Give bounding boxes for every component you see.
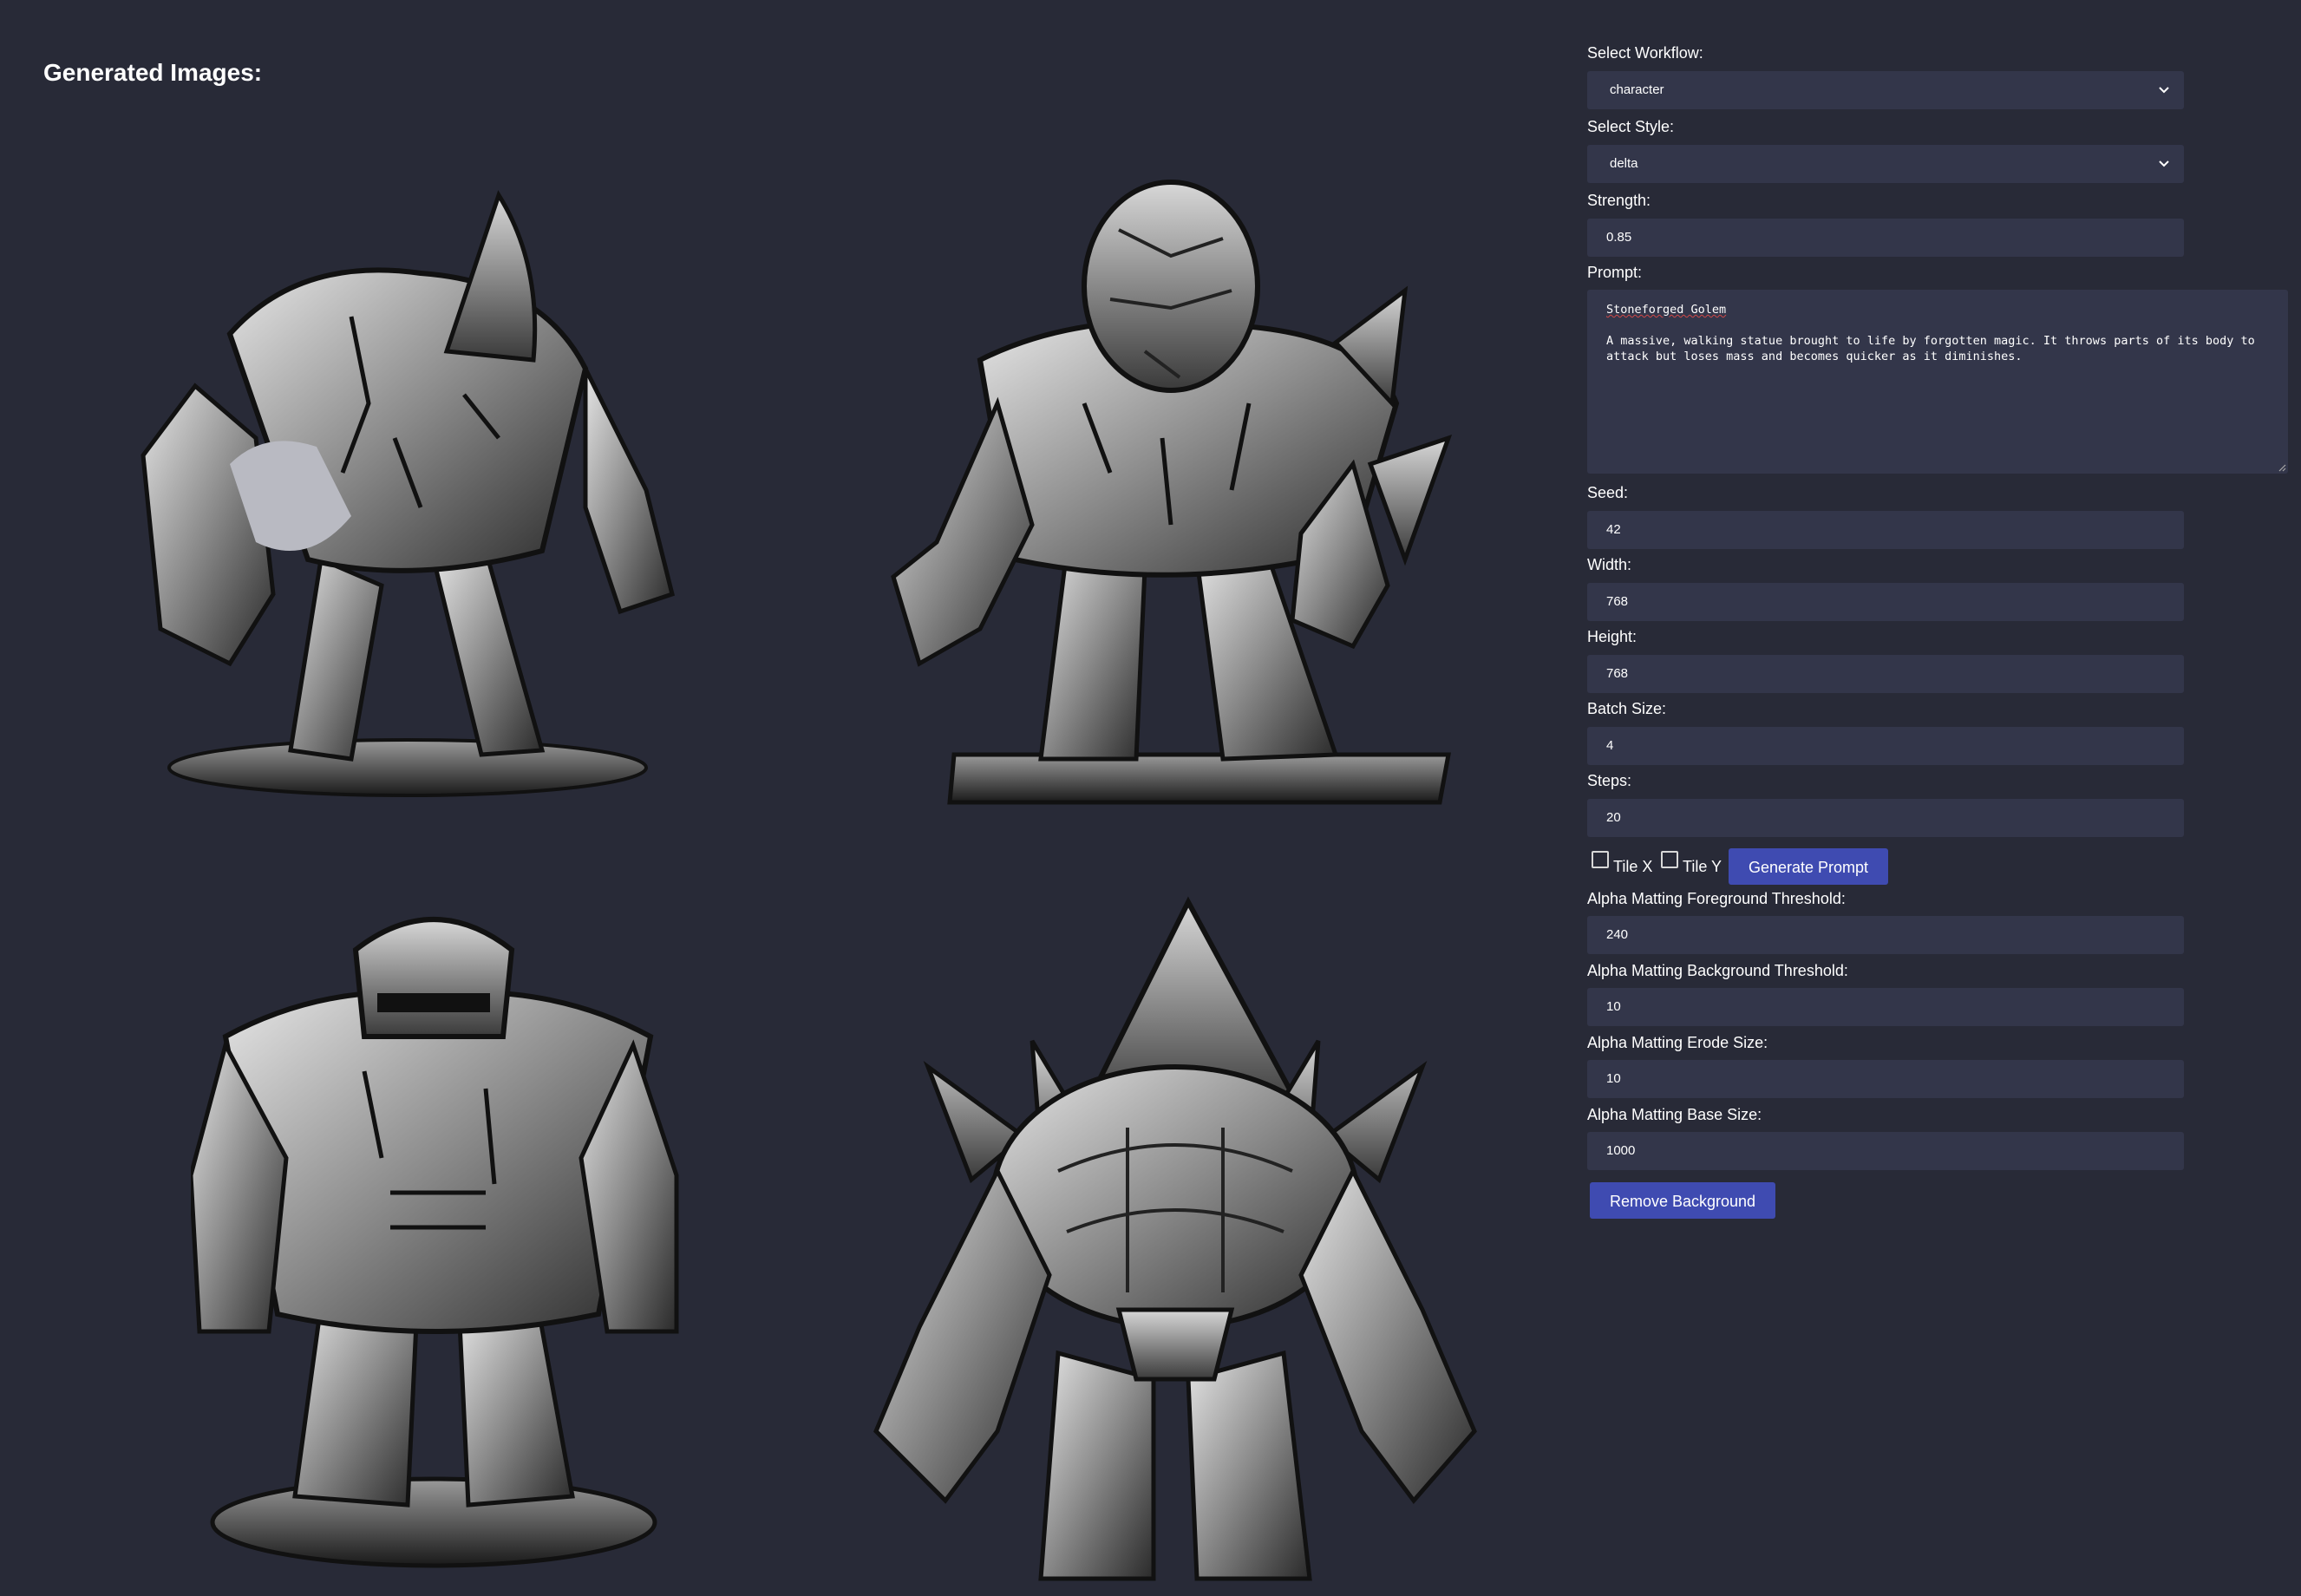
style-select-value: delta [1610, 156, 1638, 171]
generated-images-heading: Generated Images: [43, 59, 263, 86]
prompt-body-line-2: attack but loses mass and becomes quicke… [1606, 350, 2023, 363]
prompt-title-text: Stoneforged Golem [1606, 303, 1727, 317]
workflow-label: Select Workflow: [1587, 44, 1703, 62]
workflow-select-value: character [1610, 82, 1664, 97]
bg-threshold-label: Alpha Matting Background Threshold: [1587, 962, 1848, 979]
height-label: Height: [1587, 628, 1638, 645]
width-input[interactable]: 768 [1587, 583, 2184, 621]
chevron-down-icon [2159, 160, 2169, 167]
prompt-textarea[interactable]: Stoneforged Golem A massive, walking sta… [1587, 290, 2288, 474]
generated-image-4[interactable] [867, 893, 1483, 1587]
strength-input[interactable]: 0.85 [1587, 219, 2184, 257]
steps-input[interactable]: 20 [1587, 799, 2184, 837]
tile-x-checkbox[interactable] [1592, 851, 1609, 868]
base-size-input[interactable]: 1000 [1587, 1132, 2184, 1170]
remove-background-button[interactable]: Remove Background [1590, 1182, 1775, 1219]
erode-size-input[interactable]: 10 [1587, 1060, 2184, 1098]
page: Generated Images: Select Workflow: chara… [0, 0, 2301, 1596]
generated-image-2[interactable] [885, 178, 1474, 807]
tile-x-label: Tile X [1613, 858, 1653, 875]
style-select[interactable]: delta [1587, 145, 2184, 183]
style-label: Select Style: [1587, 118, 1675, 135]
tile-y-label: Tile Y [1683, 858, 1722, 875]
workflow-select[interactable]: character [1587, 71, 2184, 109]
prompt-label: Prompt: [1587, 264, 1643, 281]
settings-panel: Select Workflow: character Select Style:… [1587, 0, 2298, 1596]
steps-label: Steps: [1587, 772, 1632, 789]
tile-y-checkbox[interactable] [1661, 851, 1678, 868]
fg-threshold-label: Alpha Matting Foreground Threshold: [1587, 890, 1846, 907]
seed-label: Seed: [1587, 484, 1629, 501]
strength-label: Strength: [1587, 192, 1651, 209]
generated-image-3[interactable] [191, 898, 685, 1583]
batch-size-input[interactable]: 4 [1587, 727, 2184, 765]
width-label: Width: [1587, 556, 1632, 573]
seed-input[interactable]: 42 [1587, 511, 2184, 549]
prompt-body-line-1: A massive, walking statue brought to lif… [1606, 334, 2255, 348]
base-size-label: Alpha Matting Base Size: [1587, 1106, 1762, 1123]
erode-size-label: Alpha Matting Erode Size: [1587, 1034, 1768, 1051]
generated-image-1[interactable] [134, 178, 681, 802]
chevron-down-icon [2159, 87, 2169, 94]
bg-threshold-input[interactable]: 10 [1587, 988, 2184, 1026]
batch-size-label: Batch Size: [1587, 700, 1667, 717]
resize-handle-icon[interactable] [2278, 463, 2286, 472]
fg-threshold-input[interactable]: 240 [1587, 916, 2184, 954]
height-input[interactable]: 768 [1587, 655, 2184, 693]
generate-prompt-button[interactable]: Generate Prompt [1729, 848, 1888, 885]
